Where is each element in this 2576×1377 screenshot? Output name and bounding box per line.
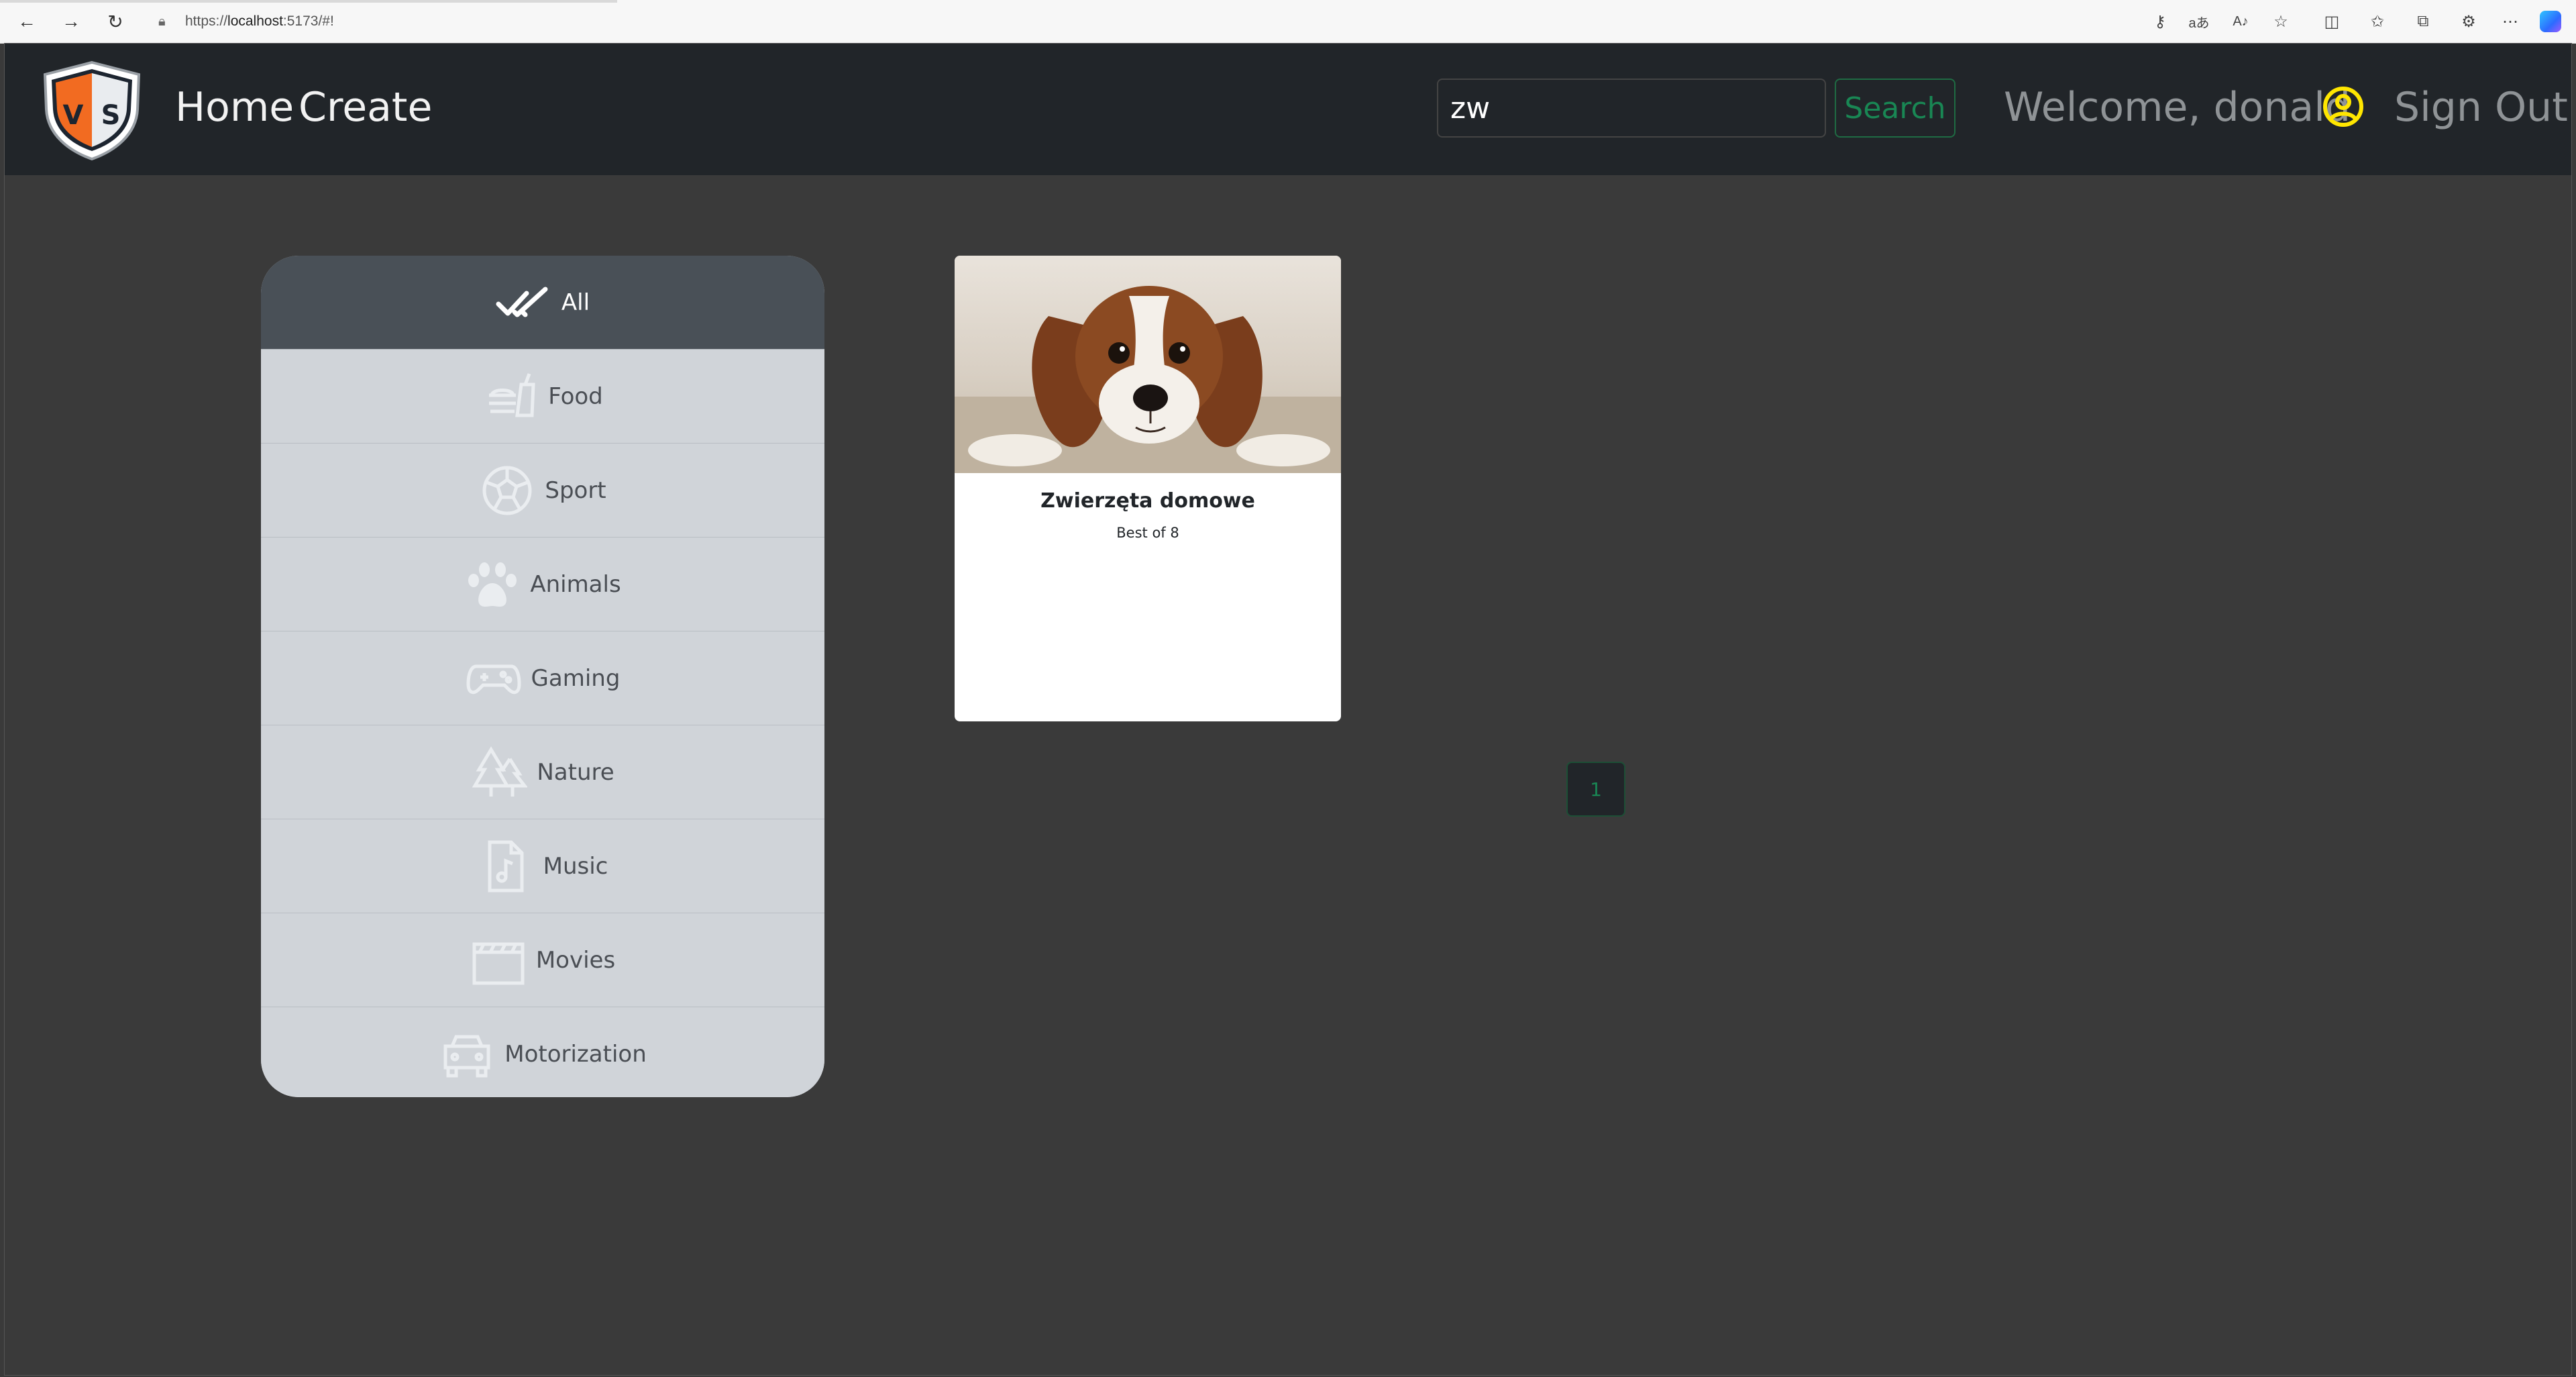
food-icon [482, 368, 539, 425]
svg-text:V: V [63, 100, 84, 131]
nav-create-link[interactable]: Create [299, 84, 432, 131]
browser-toolbar: ← → ↻ 🔒︎ https://localhost:5173/#! ⚷ aあ … [0, 0, 2576, 44]
clapperboard-icon [470, 932, 527, 988]
category-music[interactable]: Music [261, 819, 824, 913]
category-label: Motorization [504, 1041, 647, 1068]
vs-shield-logo[interactable]: V S [40, 60, 144, 160]
category-nature[interactable]: Nature [261, 725, 824, 819]
favorite-icon[interactable]: ☆ [2270, 11, 2292, 32]
page-button-1[interactable]: 1 [1566, 762, 1625, 817]
category-label: Movies [535, 946, 616, 974]
card-title: Zwierzęta domowe [1040, 489, 1255, 513]
car-icon [439, 1026, 495, 1082]
category-label: Animals [530, 570, 621, 598]
category-movies[interactable]: Movies [261, 913, 824, 1007]
dog-photo [955, 256, 1341, 473]
user-circle-icon[interactable] [2322, 85, 2365, 128]
svg-text:S: S [101, 100, 121, 131]
card-subtitle: Best of 8 [1116, 525, 1179, 541]
key-icon[interactable]: ⚷ [2149, 11, 2171, 32]
trees-icon [471, 744, 528, 801]
category-label: Sport [545, 476, 606, 504]
refresh-icon[interactable]: ↻ [103, 9, 127, 34]
category-label: Nature [537, 758, 614, 786]
category-label: Music [543, 852, 608, 880]
sign-out-link[interactable]: Sign Out [2394, 84, 2568, 131]
category-animals[interactable]: Animals [261, 538, 824, 631]
category-sport[interactable]: Sport [261, 444, 824, 538]
forward-icon[interactable]: → [59, 9, 83, 34]
nav-home-link[interactable]: Home [175, 84, 294, 131]
top-navbar: V S Home Create Search Welcome, donald S… [5, 44, 2571, 175]
music-file-icon [478, 838, 534, 895]
welcome-text: Welcome, donald [2004, 84, 2351, 131]
url-text[interactable]: https://localhost:5173/#! [185, 13, 334, 30]
copilot-icon[interactable] [2540, 11, 2561, 32]
category-gaming[interactable]: Gaming [261, 631, 824, 725]
category-label: All [561, 289, 590, 316]
category-food[interactable]: Food [261, 350, 824, 444]
result-card[interactable]: Zwierzęta domowe Best of 8 [955, 256, 1341, 721]
paw-icon [464, 556, 521, 613]
collections-icon[interactable]: ⧉ [2412, 11, 2434, 32]
gamepad-icon [466, 650, 522, 707]
app-viewport: V S Home Create Search Welcome, donald S… [4, 43, 2572, 1376]
category-label: Gaming [531, 664, 621, 692]
favorites-list-icon[interactable]: ✩ [2367, 11, 2388, 32]
back-icon[interactable]: ← [15, 9, 39, 34]
read-aloud-icon[interactable]: A♪ [2230, 11, 2251, 32]
extensions-icon[interactable]: ⚙ [2458, 11, 2479, 32]
address-bar[interactable]: 🔒︎ https://localhost:5173/#! [142, 7, 2128, 36]
lock-icon[interactable]: 🔒︎ [158, 14, 178, 30]
category-all[interactable]: All [261, 256, 824, 350]
loading-bar [0, 0, 617, 3]
search-input[interactable] [1437, 79, 1826, 138]
split-screen-icon[interactable]: ◫ [2321, 11, 2343, 32]
soccer-ball-icon [479, 462, 535, 519]
double-check-icon [496, 274, 552, 331]
translate-icon[interactable]: aあ [2188, 11, 2210, 32]
more-icon[interactable]: ⋯ [2500, 11, 2521, 32]
category-motorization[interactable]: Motorization [261, 1007, 824, 1097]
category-list: All Food Sport Animals Gaming Nature Mus… [261, 256, 824, 1097]
search-button[interactable]: Search [1835, 79, 1955, 138]
category-label: Food [548, 382, 603, 410]
